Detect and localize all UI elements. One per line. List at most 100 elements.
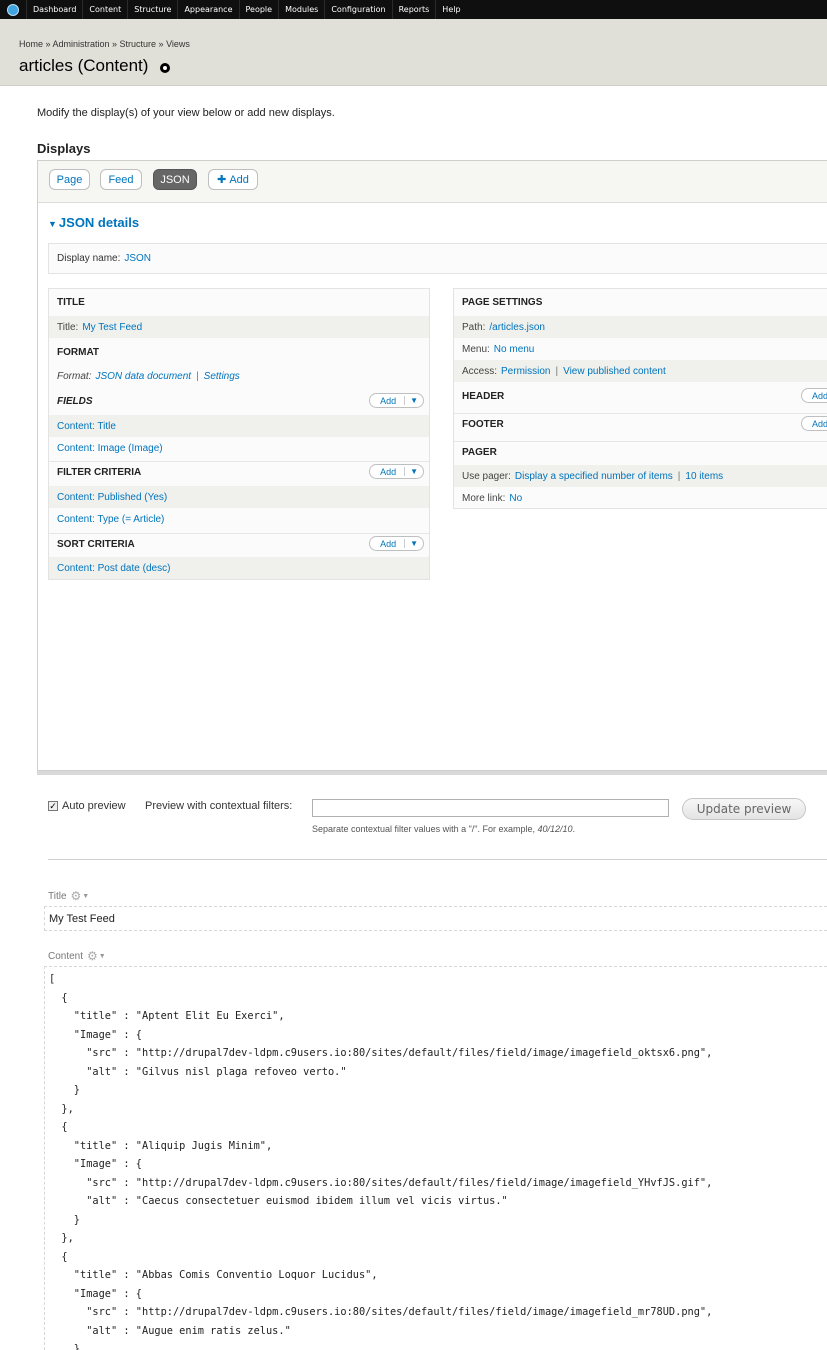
sort-add-label: Add bbox=[380, 538, 397, 549]
display-name-link[interactable]: JSON bbox=[124, 253, 151, 264]
toolbar-item-people[interactable]: People bbox=[238, 0, 279, 19]
sort-item[interactable]: Content: Post date (desc) bbox=[49, 557, 429, 579]
triangle-down-icon: ▼ bbox=[48, 219, 57, 229]
toolbar-item-dashboard[interactable]: Dashboard bbox=[26, 0, 82, 19]
right-settings-column: PAGE SETTINGS Path: /articles.json Menu:… bbox=[453, 288, 827, 509]
tab-feed[interactable]: Feed bbox=[100, 169, 142, 190]
contextual-links-icon[interactable] bbox=[160, 63, 171, 73]
format-settings-link[interactable]: Settings bbox=[204, 371, 240, 382]
contextual-filters-description: Separate contextual filter values with a… bbox=[312, 824, 575, 834]
admin-toolbar: Dashboard Content Structure Appearance P… bbox=[0, 0, 827, 19]
displays-panel: Page Feed JSON ✚ Add ▼ JSON details Displ… bbox=[37, 160, 827, 771]
contextual-filters-input[interactable] bbox=[312, 799, 669, 817]
drupal-home-icon[interactable] bbox=[0, 0, 26, 19]
filter-add-button[interactable]: Add ▼ bbox=[369, 464, 424, 479]
preview-divider bbox=[48, 859, 827, 860]
left-settings-column: TITLE Title: My Test Feed FORMAT Format:… bbox=[48, 288, 430, 580]
toolbar-item-modules[interactable]: Modules bbox=[278, 0, 324, 19]
field-item-label[interactable]: Content: Title bbox=[57, 421, 116, 432]
display-tabs: Page Feed JSON ✚ Add bbox=[38, 161, 827, 203]
format-section-head: FORMAT bbox=[57, 346, 100, 358]
checkbox-checked-icon[interactable]: ✓ bbox=[48, 801, 58, 811]
title-value-link[interactable]: My Test Feed bbox=[82, 322, 142, 333]
toolbar-item-help[interactable]: Help bbox=[435, 0, 466, 19]
sort-add-button[interactable]: Add ▼ bbox=[369, 536, 424, 551]
preview-divider-bar bbox=[37, 771, 827, 775]
toolbar-item-appearance[interactable]: Appearance bbox=[177, 0, 238, 19]
update-preview-button[interactable]: Update preview bbox=[682, 798, 806, 820]
content-field-label: Content ⚙ ▼ bbox=[48, 949, 106, 963]
more-link-value[interactable]: No bbox=[509, 493, 522, 504]
field-item[interactable]: Content: Title bbox=[49, 415, 429, 437]
details-title-text: JSON details bbox=[58, 215, 140, 230]
contextual-filters-description-text: Separate contextual filter values with a… bbox=[312, 824, 538, 834]
details-toggle[interactable]: ▼ JSON details bbox=[48, 215, 139, 230]
toolbar-item-reports[interactable]: Reports bbox=[391, 0, 436, 19]
plus-icon: ✚ bbox=[217, 174, 227, 186]
filter-item-label[interactable]: Content: Published (Yes) bbox=[57, 492, 167, 503]
path-label: Path: bbox=[462, 321, 486, 333]
footer-add-button[interactable]: Add bbox=[800, 416, 827, 431]
filter-item[interactable]: Content: Type (= Article) bbox=[49, 508, 429, 530]
format-row: Format: JSON data document | Settings bbox=[49, 365, 429, 387]
filter-item[interactable]: Content: Published (Yes) bbox=[49, 486, 429, 508]
path-row: Path: /articles.json bbox=[454, 316, 827, 338]
access-label: Access: bbox=[462, 365, 498, 377]
field-item[interactable]: Content: Image (Image) bbox=[49, 437, 429, 459]
caret-down-icon[interactable]: ▼ bbox=[82, 893, 89, 900]
title-field-label-text: Title bbox=[48, 890, 67, 902]
format-value-link[interactable]: JSON data document bbox=[95, 371, 191, 382]
pager-items-link[interactable]: 10 items bbox=[685, 471, 723, 482]
breadcrumb[interactable]: Home » Administration » Structure » View… bbox=[19, 39, 190, 49]
contextual-filters-example: 40/12/10 bbox=[537, 824, 573, 834]
dropdown-arrow-icon: ▼ bbox=[404, 539, 423, 548]
title-row: Title: My Test Feed bbox=[49, 316, 429, 338]
page-title: articles (Content) bbox=[19, 56, 171, 76]
menu-value-link[interactable]: No menu bbox=[494, 344, 535, 355]
gear-icon[interactable]: ⚙ bbox=[87, 949, 98, 963]
gear-icon[interactable]: ⚙ bbox=[71, 889, 82, 903]
toolbar-item-structure[interactable]: Structure bbox=[127, 0, 177, 19]
pager-section-head: PAGER bbox=[454, 441, 827, 463]
preview-json-content: [ { "title" : "Aptent Elit Eu Exerci", "… bbox=[44, 966, 827, 1350]
add-display-label: Add bbox=[229, 173, 249, 186]
contextual-filters-label: Preview with contextual filters: bbox=[145, 800, 293, 812]
access-value-link[interactable]: Permission bbox=[501, 366, 550, 377]
auto-preview-label: Auto preview bbox=[62, 800, 126, 812]
more-link-label: More link: bbox=[462, 492, 506, 504]
path-value-link[interactable]: /articles.json bbox=[489, 322, 545, 333]
intro-text: Modify the display(s) of your view below… bbox=[37, 107, 335, 119]
display-name-label: Display name: bbox=[57, 253, 121, 264]
header-section-head: HEADER bbox=[462, 390, 505, 402]
separator: | bbox=[555, 365, 559, 377]
title-label: Title: bbox=[57, 321, 79, 333]
page-title-text: articles (Content) bbox=[19, 56, 149, 75]
fields-add-button[interactable]: Add ▼ bbox=[369, 393, 424, 408]
caret-down-icon[interactable]: ▼ bbox=[99, 953, 106, 960]
tab-page[interactable]: Page bbox=[49, 169, 90, 190]
dropdown-arrow-icon: ▼ bbox=[404, 467, 423, 476]
pager-value-link[interactable]: Display a specified number of items bbox=[515, 471, 673, 482]
display-name-row: Display name: JSON bbox=[48, 243, 827, 274]
auto-preview-checkbox[interactable]: ✓ Auto preview bbox=[48, 800, 126, 812]
json-output: [ { "title" : "Aptent Elit Eu Exerci", "… bbox=[49, 973, 713, 1350]
separator: | bbox=[196, 370, 199, 382]
access-permission-link[interactable]: View published content bbox=[563, 366, 666, 377]
fields-add-label: Add bbox=[380, 395, 397, 406]
toolbar-item-content[interactable]: Content bbox=[82, 0, 127, 19]
dropdown-arrow-icon: ▼ bbox=[404, 396, 423, 405]
add-display-button[interactable]: ✚ Add bbox=[208, 169, 258, 190]
separator: | bbox=[677, 470, 681, 482]
format-label: Format: bbox=[57, 370, 92, 382]
displays-heading: Displays bbox=[37, 141, 91, 156]
toolbar-item-configuration[interactable]: Configuration bbox=[324, 0, 391, 19]
sort-item-label[interactable]: Content: Post date (desc) bbox=[57, 563, 170, 574]
footer-section-head: FOOTER bbox=[454, 413, 827, 435]
tab-json[interactable]: JSON bbox=[153, 169, 197, 190]
filter-item-label[interactable]: Content: Type (= Article) bbox=[57, 514, 164, 525]
field-item-label[interactable]: Content: Image (Image) bbox=[57, 443, 163, 454]
access-row: Access: Permission | View published cont… bbox=[454, 360, 827, 382]
header-add-button[interactable]: Add bbox=[800, 388, 827, 403]
menu-row: Menu: No menu bbox=[454, 338, 827, 360]
period: . bbox=[572, 824, 576, 834]
